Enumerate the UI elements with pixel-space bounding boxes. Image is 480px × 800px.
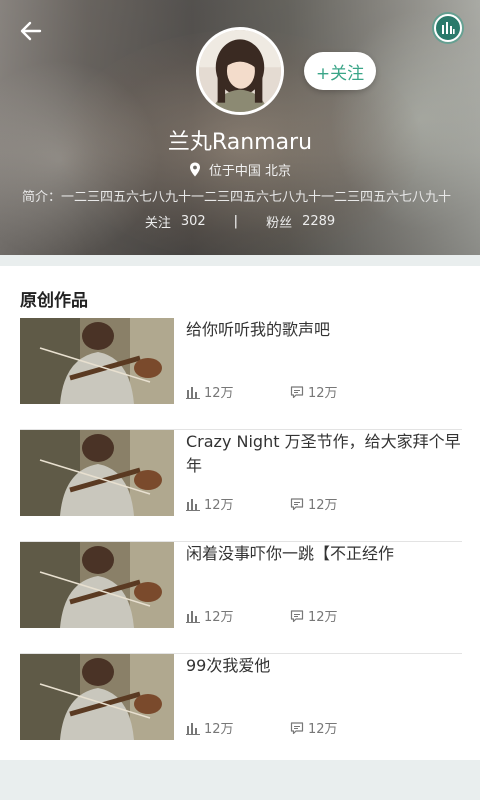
plays-bar-icon: [186, 386, 200, 399]
user-name: 兰丸Ranmaru: [167, 130, 313, 155]
comment-count: 12万: [290, 718, 338, 737]
fans-stat[interactable]: 粉丝 2289: [266, 212, 335, 231]
comment-count: 12万: [290, 606, 338, 625]
work-metrics: 12万 12万: [186, 606, 338, 625]
work-item[interactable]: 99次我爱他 12万 12万: [20, 654, 462, 766]
follow-button[interactable]: +关注: [304, 52, 376, 90]
work-thumbnail[interactable]: [20, 430, 174, 516]
comment-count: 12万: [290, 382, 338, 401]
back-arrow-icon: [20, 21, 42, 41]
comment-icon: [290, 609, 304, 622]
work-metrics: 12万 12万: [186, 494, 338, 513]
stats-row: 关注 302 | 粉丝 2289: [0, 212, 480, 231]
plays-bar-icon: [186, 610, 200, 623]
comment-icon: [290, 721, 304, 734]
location-row: 位于中国 北京: [0, 160, 480, 179]
comment-icon: [290, 497, 304, 510]
play-count: 12万: [186, 494, 290, 513]
play-count: 12万: [186, 606, 290, 625]
play-count: 12万: [186, 718, 290, 737]
following-count: 302: [180, 214, 206, 229]
work-metrics: 12万 12万: [186, 382, 338, 401]
comment-icon: [290, 385, 304, 398]
comment-count: 12万: [290, 494, 338, 513]
stats-divider: |: [233, 214, 239, 229]
work-item[interactable]: 给你听听我的歌声吧 12万 12万: [20, 318, 462, 430]
work-title: Crazy Night 万圣节作，给大家拜个早年: [186, 432, 461, 475]
work-item[interactable]: 闲着没事吓你一跳【不正经作 12万 12万: [20, 542, 462, 654]
plays-bar-icon: [186, 722, 200, 735]
profile-header: +关注 兰丸Ranmaru 位于中国 北京 简介：一二三四五六七八九十一二三四五…: [0, 0, 480, 255]
work-title: 99次我爱他: [186, 656, 271, 675]
back-button[interactable]: [14, 14, 48, 48]
music-bars-icon: [442, 22, 455, 34]
following-stat[interactable]: 关注 302: [145, 212, 206, 231]
play-count: 12万: [186, 382, 290, 401]
work-title: 给你听听我的歌声吧: [186, 320, 331, 339]
work-metrics: 12万 12万: [186, 718, 338, 737]
work-title: 闲着没事吓你一跳【不正经作: [186, 544, 395, 563]
location-pin-icon: [189, 162, 200, 177]
work-thumbnail[interactable]: [20, 542, 174, 628]
location-text: 位于中国 北京: [208, 164, 292, 179]
works-panel: 原创作品 给你听听我的歌声吧 12万 12万 Crazy Night 万圣节作，…: [0, 266, 480, 760]
fans-count: 2289: [302, 214, 336, 229]
music-player-button[interactable]: [434, 14, 462, 42]
section-title: 原创作品: [20, 291, 88, 311]
work-thumbnail[interactable]: [20, 318, 174, 404]
avatar[interactable]: [196, 27, 284, 115]
work-thumbnail[interactable]: [20, 654, 174, 740]
plays-bar-icon: [186, 498, 200, 511]
work-item[interactable]: Crazy Night 万圣节作，给大家拜个早年 12万 12万: [20, 430, 462, 542]
user-bio: 简介：一二三四五六七八九十一二三四五六七八九十一二三四五六七八九十: [22, 190, 452, 205]
